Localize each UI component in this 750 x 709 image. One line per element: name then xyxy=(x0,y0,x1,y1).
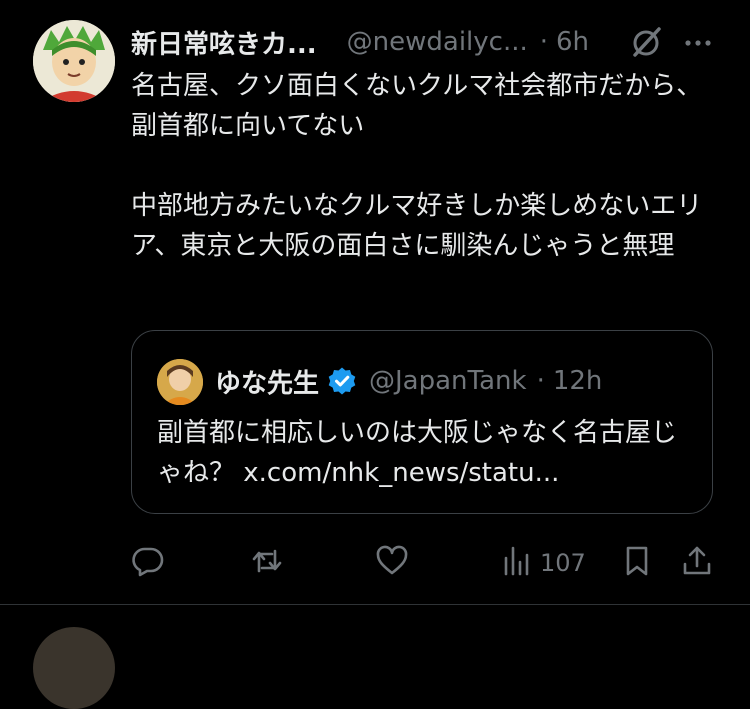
repost-button[interactable] xyxy=(250,544,284,582)
views-count: 107 xyxy=(540,549,586,577)
author-handle[interactable]: @newdailyc... xyxy=(347,27,528,57)
grok-icon[interactable] xyxy=(629,24,665,60)
tweet-divider xyxy=(0,604,750,605)
author-avatar[interactable] xyxy=(33,20,115,102)
views-button[interactable]: 107 xyxy=(500,544,586,582)
header-separator: · xyxy=(539,27,549,57)
more-icon[interactable] xyxy=(681,26,715,60)
quoted-text: 副首都に相応しいのは大阪じゃなく名古屋じゃね？ x.com/nhk_news/s… xyxy=(157,418,678,488)
tweet-time[interactable]: 6h xyxy=(556,27,589,57)
quoted-tweet[interactable]: ゆな先生 @JapanTank · 12h 副首都に相応しいのは大阪じゃなく名古… xyxy=(131,330,713,514)
tweet-text: 名古屋、クソ面白くないクルマ社会都市だから、副首都に向いてない 中部地方みたいな… xyxy=(131,71,703,261)
quoted-handle[interactable]: @JapanTank xyxy=(369,366,527,396)
quoted-display-name[interactable]: ゆな先生 xyxy=(215,363,319,400)
quoted-time[interactable]: 12h xyxy=(553,366,603,396)
verified-icon xyxy=(327,366,357,396)
quoted-separator: · xyxy=(536,366,545,396)
bookmark-icon xyxy=(620,544,654,582)
reply-button[interactable] xyxy=(131,544,165,582)
views-icon xyxy=(500,544,534,582)
next-tweet-avatar[interactable] xyxy=(33,627,115,709)
like-icon xyxy=(375,544,409,582)
share-icon xyxy=(680,544,714,582)
quoted-header: ゆな先生 @JapanTank · 12h xyxy=(215,361,695,401)
repost-icon xyxy=(250,544,284,582)
bookmark-button[interactable] xyxy=(620,544,654,582)
quoted-author-avatar[interactable] xyxy=(157,359,203,405)
reply-icon xyxy=(131,544,165,582)
action-bar: 107 xyxy=(0,540,750,586)
tweet-header: 新日常呟きカ... @newdailyc... · 6h xyxy=(131,22,731,62)
author-display-name[interactable]: 新日常呟きカ... xyxy=(131,24,317,61)
like-button[interactable] xyxy=(375,544,409,582)
share-button[interactable] xyxy=(680,544,714,582)
